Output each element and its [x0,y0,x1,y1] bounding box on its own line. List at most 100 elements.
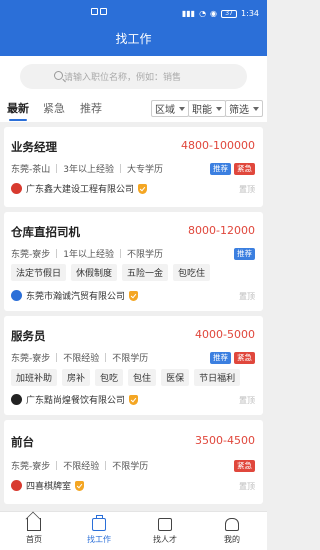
chevron-down-icon [179,106,185,111]
bottom-nav: 首页 找工作 找人才 我的 [0,511,267,550]
job-badges: 推荐 紧急 [210,352,255,364]
job-experience: 不限经验 [63,354,100,364]
job-education: 不限学历 [112,354,149,364]
job-location: 东莞-寮步 [11,250,51,260]
job-meta: 东莞-寮步 1年以上经验 不限学历 [11,247,163,260]
job-meta: 东莞-茶山 3年以上经验 大专学历 [11,162,163,175]
job-meta: 东莞-寮步 不限经验 不限学历 [11,351,148,364]
status-bar: ▮▮▮ ◔ ◉ 37 1:34 [0,0,267,28]
job-meta: 东莞-寮步 不限经验 不限学历 [11,459,148,472]
filter-function[interactable]: 职能 [188,100,226,117]
company-logo [11,183,22,194]
job-title: 业务经理 [11,140,57,154]
chevron-down-icon [216,106,222,111]
app-header: 找工作 [0,28,267,56]
job-card[interactable]: 业务经理 4800-100000 东莞-茶山 3年以上经验 大专学历 推荐 紧急… [4,127,263,207]
pinned-label: 置顶 [239,185,255,194]
chevron-down-icon [253,106,259,111]
wifi-icon: ◔ [199,9,207,18]
job-salary: 4000-5000 [195,328,255,341]
nav-find-job[interactable]: 找工作 [74,515,124,545]
filter-area[interactable]: 区域 [151,100,189,117]
job-education: 不限学历 [112,462,149,472]
nav-mine[interactable]: 我的 [207,518,257,545]
job-salary: 8000-12000 [188,224,255,237]
search-icon [54,71,63,80]
talent-icon [158,518,172,531]
company-name: 广东鑫大建设工程有限公司 [26,185,135,195]
nav-home-label: 首页 [26,535,42,544]
nav-find-talent-label: 找人才 [153,535,177,544]
company-logo [11,480,22,491]
job-location: 东莞-茶山 [11,165,51,175]
benefit-tags: 法定节假日 休假制度 五险一金 包吃住 [11,264,211,281]
tab-recommended[interactable]: 推荐 [80,100,102,116]
notification-icon [100,8,107,15]
job-card[interactable]: 仓库直招司机 8000-12000 东莞-寮步 1年以上经验 不限学历 推荐 法… [4,212,263,311]
job-title: 服务员 [11,329,46,343]
system-icons: ▮▮▮ ◔ ◉ 37 1:34 [182,9,259,18]
filter-area-label: 区域 [155,105,175,116]
job-location: 东莞-寮步 [11,354,51,364]
battery-icon: 37 [221,9,238,18]
benefit-tag: 休假制度 [71,264,118,281]
urgent-badge: 紧急 [234,352,255,364]
job-experience: 3年以上经验 [63,165,114,175]
company-name: 广东黠尚煌餐饮有限公司 [26,396,126,406]
filter-more[interactable]: 筛选 [225,100,263,117]
pinned-label: 置顶 [239,396,255,405]
company-name: 四喜棋牌室 [26,482,72,492]
urgent-badge: 紧急 [234,460,255,472]
company-row: 东莞市瀚诚汽贸有限公司 [11,289,139,302]
job-experience: 1年以上经验 [63,250,114,260]
job-card[interactable]: 服务员 4000-5000 东莞-寮步 不限经验 不限学历 推荐 紧急 加班补助… [4,316,263,415]
company-logo [11,394,22,405]
job-badges: 推荐 [234,248,255,260]
verified-icon [75,480,85,491]
eye-icon: ◉ [210,9,218,18]
job-title: 仓库直招司机 [11,225,80,239]
filter-more-label: 筛选 [229,105,249,116]
pinned-label: 置顶 [239,292,255,301]
benefit-tag: 加班补助 [11,369,58,386]
benefit-tag: 房补 [62,369,91,386]
job-education: 不限学历 [126,250,163,260]
company-name: 东莞市瀚诚汽贸有限公司 [26,292,126,302]
nav-home[interactable]: 首页 [9,518,59,545]
filter-function-label: 职能 [192,105,212,116]
urgent-badge: 紧急 [234,163,255,175]
job-location: 东莞-寮步 [11,462,51,472]
benefit-tag: 包吃 [95,369,124,386]
nav-find-job-label: 找工作 [87,535,111,544]
job-badges: 推荐 紧急 [210,163,255,175]
briefcase-icon [92,515,106,531]
company-row: 广东黠尚煌餐饮有限公司 [11,393,139,406]
notification-icons [91,8,107,15]
benefit-tag: 包住 [128,369,157,386]
home-icon [27,518,41,531]
tab-urgent[interactable]: 紧急 [43,100,65,116]
tab-latest[interactable]: 最新 [7,100,29,121]
nav-mine-label: 我的 [224,535,240,544]
pinned-label: 置顶 [239,482,255,491]
verified-icon [129,290,139,301]
job-card[interactable]: 前台 3500-4500 东莞-寮步 不限经验 不限学历 紧急 四喜棋牌室 置顶 [4,420,263,504]
search-input[interactable]: 请输入职位名称，例如：销售 [20,64,247,89]
tab-bar: 最新 紧急 推荐 区域 职能 筛选 [0,96,267,122]
user-icon [225,518,239,531]
benefit-tag: 医保 [161,369,190,386]
company-logo [11,290,22,301]
job-title: 前台 [11,435,34,449]
recommend-badge: 推荐 [234,248,255,260]
benefit-tag: 节日福利 [194,369,241,386]
recommend-badge: 推荐 [210,352,231,364]
job-salary: 3500-4500 [195,434,255,447]
clock-time: 1:34 [241,9,259,18]
benefit-tag: 法定节假日 [11,264,67,281]
search-bar-container: 请输入职位名称，例如：销售 [0,56,267,96]
benefit-tag: 包吃住 [173,264,211,281]
benefit-tags: 加班补助 房补 包吃 包住 医保 节日福利 [11,369,241,386]
nav-find-talent[interactable]: 找人才 [140,518,190,545]
company-row: 广东鑫大建设工程有限公司 [11,182,148,195]
company-row: 四喜棋牌室 [11,479,85,492]
